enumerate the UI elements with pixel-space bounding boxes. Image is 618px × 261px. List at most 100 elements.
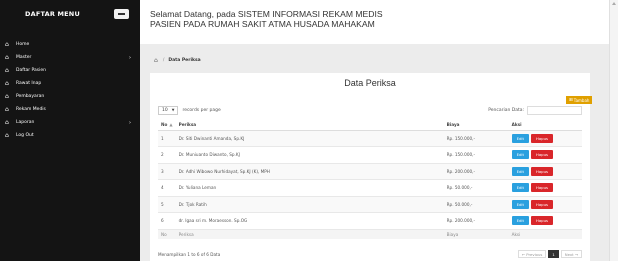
footer-no: No xyxy=(161,231,167,237)
cell-biaya: Rp. 150.000,- xyxy=(446,135,476,141)
home-icon: ⌂ xyxy=(5,105,9,113)
add-button-label: Tambah xyxy=(573,97,590,103)
sidebar-item-rawat-inap[interactable]: ⌂ Rawat Inap xyxy=(0,77,140,90)
delete-button[interactable]: Hapus xyxy=(530,150,553,160)
records-per-page-value: 10 xyxy=(162,107,168,113)
sidebar-title: DAFTAR MENU xyxy=(25,10,80,18)
edit-button[interactable]: Edit xyxy=(511,166,529,176)
cell-periksa: dr. Igaa sri m. Moraesson. Sp.OG xyxy=(178,218,248,224)
table-footer-row: No Periksa Biaya Aksi xyxy=(158,229,582,239)
scrollbar[interactable] xyxy=(609,0,618,261)
home-icon: ⌂ xyxy=(5,79,9,87)
add-button[interactable]: ⊞ Tambah xyxy=(566,96,593,104)
sort-icon: ▲ xyxy=(169,122,173,128)
sidebar-header: DAFTAR MENU xyxy=(0,0,140,28)
footer-aksi: Aksi xyxy=(511,231,521,237)
home-icon: ⌂ xyxy=(5,53,9,61)
cell-aksi: Edit Hapus xyxy=(509,180,582,197)
table-header-row: No ▲ Periksa Biaya Aksi xyxy=(158,120,582,131)
breadcrumb: ⌂ / Data Periksa xyxy=(140,49,609,71)
cell-periksa: Dr. Yuliana Leman xyxy=(178,185,217,191)
sidebar-item-pembayaran[interactable]: ⌂ Pembayaran xyxy=(0,90,140,103)
cell-no: 5 xyxy=(161,201,164,207)
table-row: 2 Dr. Muniuanto Diwanto, Sp.KJ Rp. 150.000… xyxy=(158,147,582,164)
sidebar-item-laporan[interactable]: ⌂ Laporan › xyxy=(0,116,140,129)
panel-title: Data Periksa xyxy=(344,78,396,88)
sidebar-item-master[interactable]: ⌂ Master › xyxy=(0,51,140,64)
sidebar-item-label: Laporan xyxy=(16,120,35,125)
sidebar-menu: ⌂ Home ⌂ Master › ⌂ Daftar Pasien ⌂ Rawat Inap ⌂ P… xyxy=(0,38,140,142)
cell-no: 4 xyxy=(161,185,164,191)
column-header-no[interactable]: No ▲ xyxy=(158,120,176,131)
app-title: Selamat Datang, pada SISTEM INFORMASI RE… xyxy=(150,9,383,29)
records-per-page-select[interactable]: 10 ▼ xyxy=(158,105,179,115)
sidebar-item-home[interactable]: ⌂ Home xyxy=(0,38,140,51)
table-body: 1 Dr. Siti Dwinanti Amanda, Sp.KJ Rp. 150.… xyxy=(158,130,582,229)
delete-button[interactable]: Hapus xyxy=(530,216,553,226)
cell-aksi: Edit Hapus xyxy=(509,196,582,213)
sidebar-item-label: Home xyxy=(16,42,30,47)
table-row: 3 Dr. Adhi Wibowo Nurhidayat, Sp.KJ (K), … xyxy=(158,163,582,180)
cell-aksi: Edit Hapus xyxy=(509,147,582,164)
column-header-aksi[interactable]: Aksi xyxy=(508,120,582,131)
home-icon: ⌂ xyxy=(5,40,9,48)
search-input[interactable] xyxy=(527,105,582,115)
chevron-right-icon: › xyxy=(129,119,131,126)
cell-biaya: Rp. 200.000,- xyxy=(446,168,476,174)
cell-no: 1 xyxy=(161,135,164,141)
scroll-up-icon[interactable] xyxy=(612,2,616,5)
cell-aksi: Edit Hapus xyxy=(509,213,582,230)
previous-button[interactable]: ← Previous xyxy=(517,250,547,258)
page-1-button[interactable]: 1 xyxy=(548,250,559,258)
home-icon: ⌂ xyxy=(5,118,9,126)
cell-no: 2 xyxy=(161,152,164,158)
chevron-down-icon: ▼ xyxy=(171,108,175,112)
table-row: 6 dr. Igaa sri m. Moraesson. Sp.OG Rp. 200… xyxy=(158,213,582,230)
edit-button[interactable]: Edit xyxy=(511,216,529,226)
header: Selamat Datang, pada SISTEM INFORMASI RE… xyxy=(140,0,609,44)
breadcrumb-separator: / xyxy=(162,57,165,63)
edit-button[interactable]: Edit xyxy=(511,183,529,193)
table-footer: Menampilkan 1 to 6 of 6 Data ← Previous … xyxy=(158,249,582,259)
footer-periksa: Periksa xyxy=(178,231,194,237)
next-button[interactable]: Next → xyxy=(560,250,582,258)
cell-biaya: Rp. 200.000,- xyxy=(446,218,476,224)
search: Pencarian Data: xyxy=(488,105,582,115)
cell-periksa: Dr. Siti Dwinanti Amanda, Sp.KJ xyxy=(178,135,245,141)
cell-aksi: Edit Hapus xyxy=(509,163,582,180)
sidebar-item-rekam-medis[interactable]: ⌂ Rekam Medis xyxy=(0,103,140,116)
sidebar-item-label: Daftar Pasien xyxy=(16,68,47,73)
delete-button[interactable]: Hapus xyxy=(530,166,553,176)
edit-button[interactable]: Edit xyxy=(511,150,529,160)
home-icon: ⌂ xyxy=(5,66,9,74)
cell-biaya: Rp. 50.000,- xyxy=(446,201,473,207)
table-row: 5 Dr. Tjok Ratih Rp. 50.000,- Edit Hapus xyxy=(158,196,582,213)
pagination: ← Previous 1 Next → xyxy=(517,250,582,258)
cell-no: 3 xyxy=(161,168,164,174)
table-controls: 10 ▼ records per page Pencarian Data: xyxy=(158,104,582,116)
cell-periksa: Dr. Muniuanto Diwanto, Sp.KJ xyxy=(178,152,240,158)
table-row: 4 Dr. Yuliana Leman Rp. 50.000,- Edit Hapus xyxy=(158,180,582,197)
edit-button[interactable]: Edit xyxy=(511,133,529,143)
sidebar-item-label: Log Out xyxy=(16,133,34,138)
edit-button[interactable]: Edit xyxy=(511,199,529,209)
cell-biaya: Rp. 50.000,- xyxy=(446,185,473,191)
home-icon[interactable]: ⌂ xyxy=(154,57,158,64)
menu-toggle-button[interactable] xyxy=(114,9,129,19)
sidebar-item-label: Rekam Medis xyxy=(16,107,46,112)
records-per-page-label: records per page xyxy=(182,107,221,113)
records-per-page: 10 ▼ records per page xyxy=(158,105,221,115)
footer-biaya: Biaya xyxy=(446,231,459,237)
delete-button[interactable]: Hapus xyxy=(530,133,553,143)
sidebar-item-label: Master xyxy=(16,55,32,60)
data-panel: Data Periksa ⊞ Tambah 10 ▼ records per p… xyxy=(150,73,593,261)
column-header-periksa[interactable]: Periksa xyxy=(175,120,444,131)
sidebar-item-log-out[interactable]: ⌂ Log Out xyxy=(0,129,140,142)
breadcrumb-current: Data Periksa xyxy=(168,57,201,63)
sidebar-item-daftar-pasien[interactable]: ⌂ Daftar Pasien xyxy=(0,64,140,77)
column-header-biaya[interactable]: Biaya xyxy=(443,120,509,131)
search-label: Pencarian Data: xyxy=(488,107,524,113)
table-info: Menampilkan 1 to 6 of 6 Data xyxy=(158,251,221,257)
delete-button[interactable]: Hapus xyxy=(530,183,553,193)
delete-button[interactable]: Hapus xyxy=(530,199,553,209)
